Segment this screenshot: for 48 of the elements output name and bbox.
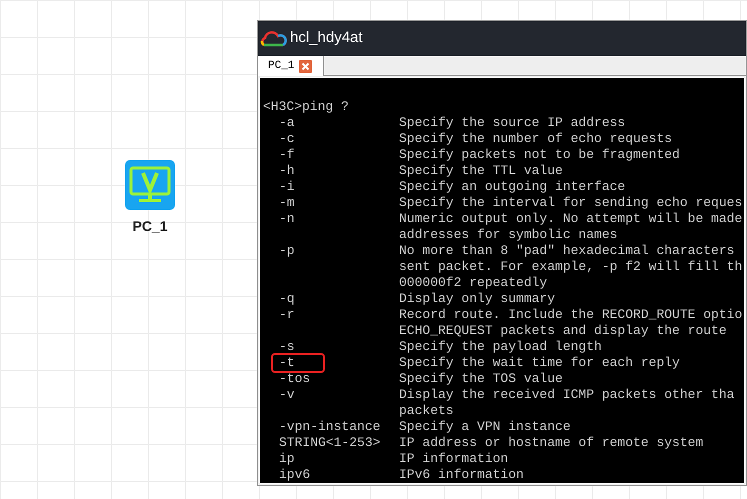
option-description: IPv6 information <box>399 467 524 483</box>
option-description: Specify a VPN instance <box>399 419 571 435</box>
option-name: -p <box>279 243 295 258</box>
option-description: Specify the wait time for each reply <box>399 355 680 371</box>
option-name: -h <box>279 163 295 178</box>
option-name: -i <box>279 179 295 194</box>
pc-monitor-icon[interactable] <box>125 160 175 210</box>
option-description: IP information <box>399 451 508 467</box>
option-name: STRING<1-253> <box>279 435 380 450</box>
option-description: packets <box>399 403 454 419</box>
window-title: hcl_hdy4at <box>290 28 363 48</box>
option-name: -n <box>279 211 295 226</box>
option-name: -t <box>273 355 323 371</box>
option-name: -f <box>279 147 295 162</box>
tab[interactable]: PC_1 <box>258 56 324 76</box>
option-description: addresses for symbolic names <box>399 227 618 243</box>
option-name: -s <box>279 339 295 354</box>
option-description: Display the received ICMP packets other tha <box>399 387 734 403</box>
option-name: -tos <box>279 371 310 386</box>
option-description: Specify the payload length <box>399 339 602 355</box>
device-label: PC_1 <box>132 217 168 236</box>
option-description: Numeric output only. No attempt will be made <box>399 211 742 227</box>
command-line: <H3C>ping ? <box>263 99 349 115</box>
option-name: -c <box>279 131 295 146</box>
option-description: Specify the TTL value <box>399 163 563 179</box>
option-name: -q <box>279 291 295 306</box>
option-description: Specify packets not to be fragmented <box>399 147 680 163</box>
option-name: -r <box>279 307 295 322</box>
option-description: 000000f2 repeatedly <box>399 275 548 291</box>
option-description: Specify the source IP address <box>399 115 626 131</box>
option-description: Specify the interval for sending echo reques <box>399 195 742 211</box>
option-description: IP address or hostname of remote system <box>399 435 704 451</box>
option-name: -m <box>279 195 295 210</box>
option-description: Record route. Include the RECORD_ROUTE optio <box>399 307 742 323</box>
option-name: ipv6 <box>279 467 310 482</box>
option-description: Specify the TOS value <box>399 371 563 387</box>
option-name: -v <box>279 387 295 402</box>
option-name: ip <box>279 451 295 466</box>
option-description: No more than 8 "pad" hexadecimal characters <box>399 243 734 259</box>
option-description: Display only summary <box>399 291 556 307</box>
option-description: Specify an outgoing interface <box>399 179 626 195</box>
option-name: -a <box>279 115 295 130</box>
option-description: ECHO_REQUEST packets and display the route <box>399 323 727 339</box>
cloud-logo-icon <box>260 30 287 46</box>
close-icon[interactable] <box>299 60 312 72</box>
option-name: -vpn-instance <box>279 419 380 434</box>
option-description: Specify the number of echo requests <box>399 131 672 147</box>
option-description: sent packet. For example, -p f2 will fill th <box>399 259 742 275</box>
